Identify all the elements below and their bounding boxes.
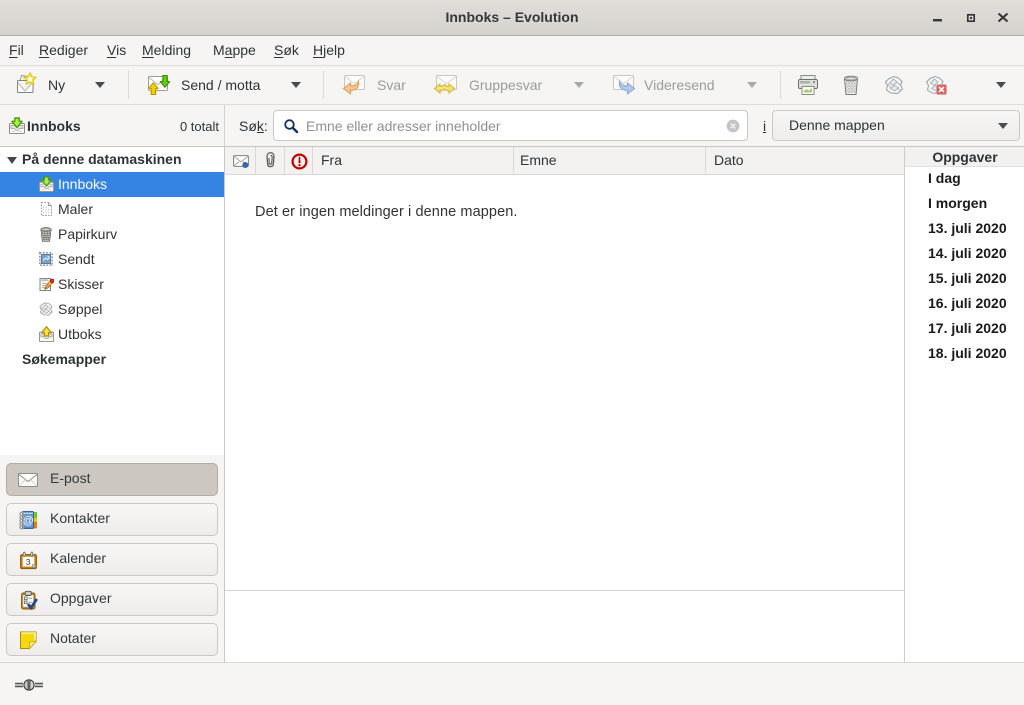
svg-text:@: @ [23, 515, 34, 527]
svg-text:3: 3 [26, 557, 31, 567]
